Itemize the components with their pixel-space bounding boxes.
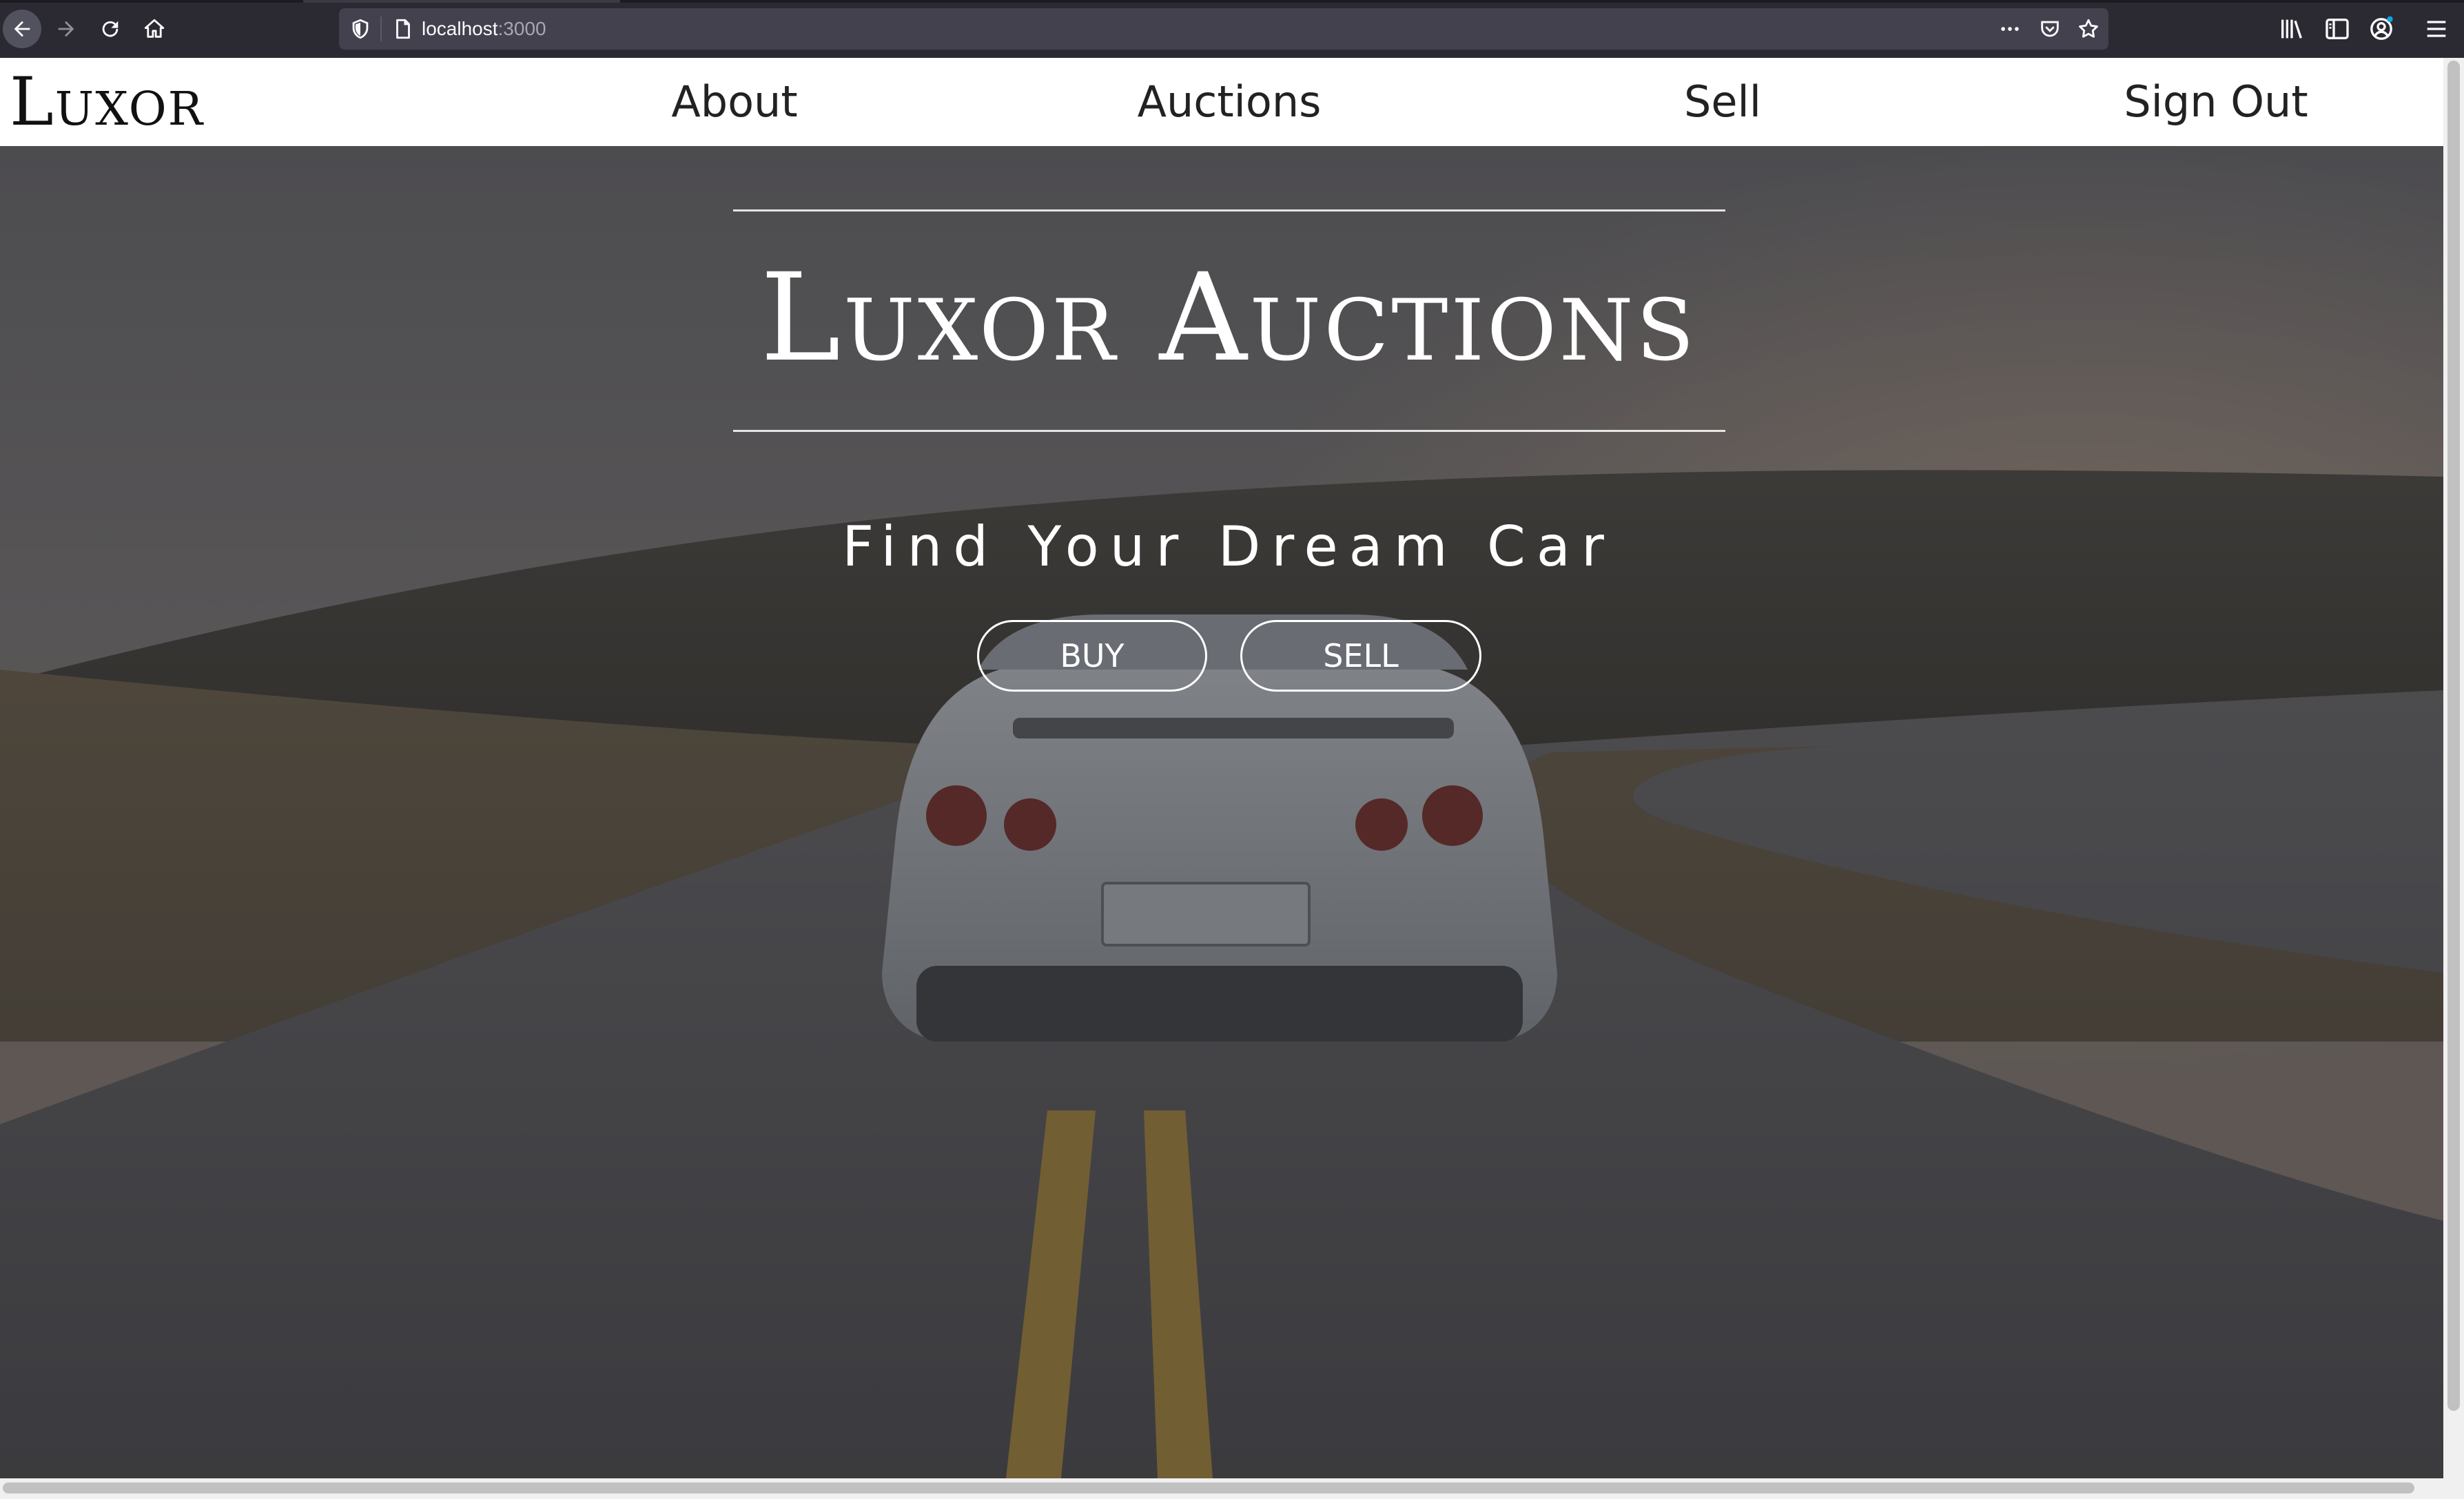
hamburger-menu-icon[interactable] <box>2423 15 2450 43</box>
address-bar[interactable]: localhost:3000 <box>339 8 2108 50</box>
page-viewport: Luxor About Auctions Sell Sign Out Luxor… <box>0 58 2443 1478</box>
pocket-icon[interactable] <box>2038 17 2062 41</box>
hero-subtitle: Find Your Dream Car <box>842 515 1615 579</box>
brand-logo[interactable]: Luxor <box>10 58 204 146</box>
star-icon[interactable] <box>2077 17 2100 41</box>
nav-sell-link[interactable]: Sell <box>1684 58 1761 146</box>
buy-button[interactable]: BUY <box>977 620 1207 692</box>
arrow-right-icon <box>58 21 74 37</box>
browser-toolbar: localhost:3000 <box>0 0 2464 58</box>
urlbar-separator <box>380 17 382 41</box>
tracking-shield-icon[interactable] <box>349 17 372 41</box>
vertical-scrollbar-thumb[interactable] <box>2447 61 2460 1411</box>
hero-title: Luxor Auctions <box>760 247 1697 389</box>
library-icon[interactable] <box>2278 15 2306 43</box>
site-navbar: Luxor About Auctions Sell Sign Out <box>0 58 2443 146</box>
horizontal-scrollbar-thumb[interactable] <box>3 1482 2414 1493</box>
reload-icon <box>102 21 119 37</box>
sidebar-icon[interactable] <box>2323 15 2351 43</box>
nav-about-link[interactable]: About <box>671 58 797 146</box>
back-button[interactable] <box>3 10 41 48</box>
hero-section: Luxor Auctions Find Your Dream Car BUY S… <box>0 146 2443 1478</box>
horizontal-scrollbar[interactable] <box>0 1478 2464 1499</box>
more-dots-icon[interactable] <box>1998 17 2022 41</box>
active-tab-indicator <box>303 0 620 3</box>
hero-bottom-divider <box>733 430 1725 432</box>
account-icon[interactable] <box>2368 15 2395 43</box>
nav-sign-out-link[interactable]: Sign Out <box>2124 58 2308 146</box>
url-port: :3000 <box>497 18 546 39</box>
reload-button[interactable] <box>91 10 130 48</box>
page-icon[interactable] <box>391 17 415 41</box>
home-button[interactable] <box>135 10 174 48</box>
home-icon <box>144 19 165 38</box>
url-text[interactable]: localhost:3000 <box>422 8 546 50</box>
vertical-scrollbar[interactable] <box>2443 58 2464 1478</box>
arrow-left-icon <box>14 21 30 37</box>
sell-button[interactable]: SELL <box>1240 620 1481 692</box>
url-host: localhost <box>422 18 498 39</box>
nav-auctions-link[interactable]: Auctions <box>1138 58 1322 146</box>
forward-button[interactable] <box>47 10 85 48</box>
hero-top-divider <box>733 209 1725 211</box>
